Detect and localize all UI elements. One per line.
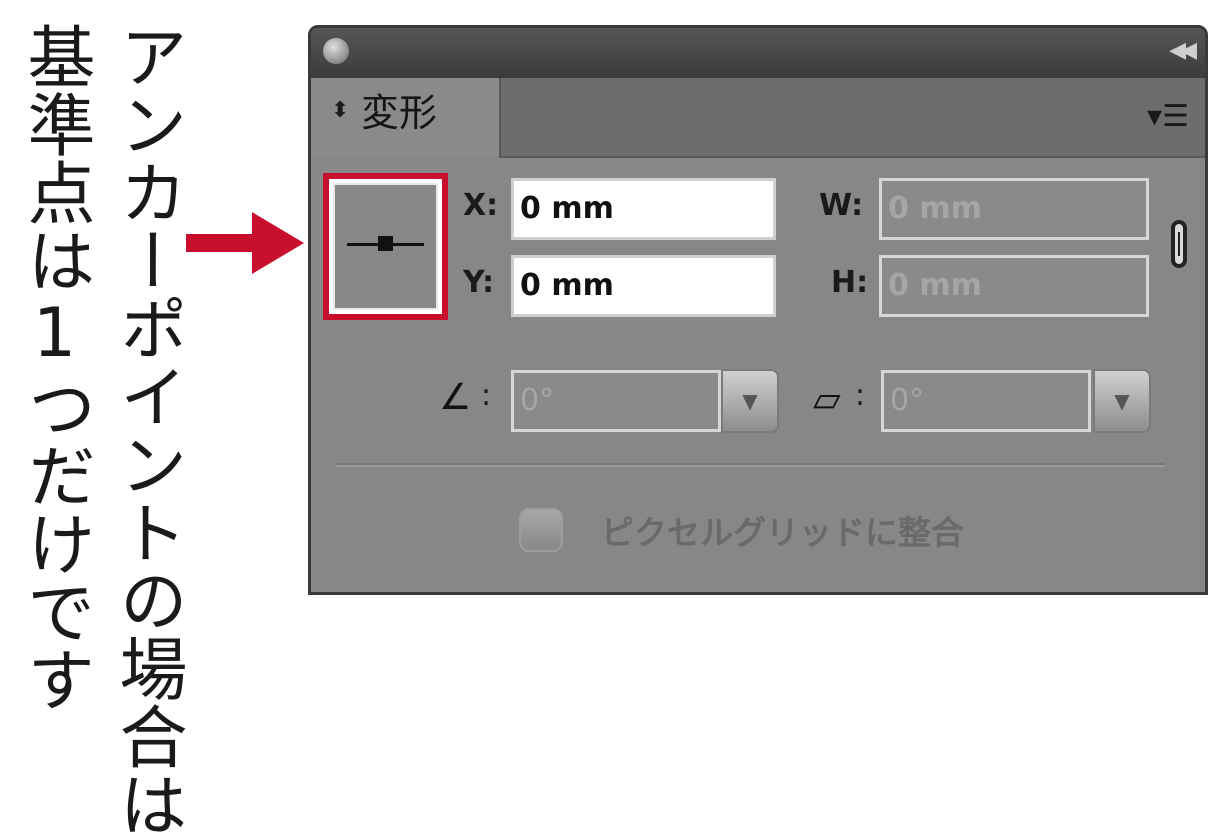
annotation-column-1: アンカーポイントの場合は (107, 22, 186, 837)
tab-transform[interactable]: ⬍ 変形 (311, 78, 501, 158)
updown-arrows-icon[interactable]: ⬍ (331, 100, 349, 122)
tab-title: 変形 (361, 91, 438, 135)
rotate-input[interactable]: 0° (511, 370, 721, 432)
x-label: X: (463, 188, 499, 223)
panel-titlebar: ◀◀ (311, 28, 1205, 78)
y-label: Y: (463, 265, 495, 300)
shear-input[interactable]: 0° (881, 370, 1091, 432)
pixel-grid-checkbox[interactable] (519, 508, 563, 552)
reference-point-selector[interactable] (333, 183, 438, 310)
reference-point-highlight (323, 173, 448, 320)
panel-menu-icon[interactable]: ▾☰ (1147, 102, 1189, 132)
transform-panel: ◀◀ ⬍ 変形 ▾☰ X: 0 mm Y: 0 mm W: 0 mm H: 0 … (308, 25, 1208, 595)
w-input[interactable]: 0 mm (879, 178, 1149, 240)
divider (335, 463, 1165, 467)
shear-label: : (855, 378, 866, 413)
panel-tab-row: ⬍ 変形 ▾☰ (311, 78, 1205, 158)
shear-dropdown-button[interactable]: ▼ (1093, 369, 1151, 433)
close-icon[interactable] (323, 38, 349, 64)
rotate-angle-icon: ∠ (439, 377, 472, 418)
shear-angle-icon: ▱ (813, 379, 841, 420)
reference-point-icon[interactable] (377, 236, 393, 251)
annotation-column-2: 基準点は1つだけです (15, 22, 94, 713)
rotate-dropdown-button[interactable]: ▼ (721, 369, 779, 433)
h-label: H: (831, 265, 869, 300)
x-input[interactable]: 0 mm (511, 178, 776, 240)
y-input[interactable]: 0 mm (511, 255, 776, 317)
w-label: W: (819, 188, 864, 223)
arrow-right-icon (186, 212, 304, 274)
constrain-proportions-icon[interactable] (1171, 220, 1187, 268)
canvas: アンカーポイントの場合は 基準点は1つだけです ◀◀ ⬍ 変形 ▾☰ X: 0 … (0, 0, 1224, 837)
rotate-label: : (481, 378, 492, 413)
pixel-grid-label: ピクセルグリッドに整合 (601, 513, 964, 552)
h-input[interactable]: 0 mm (879, 255, 1149, 317)
collapse-icon[interactable]: ◀◀ (1169, 38, 1197, 63)
